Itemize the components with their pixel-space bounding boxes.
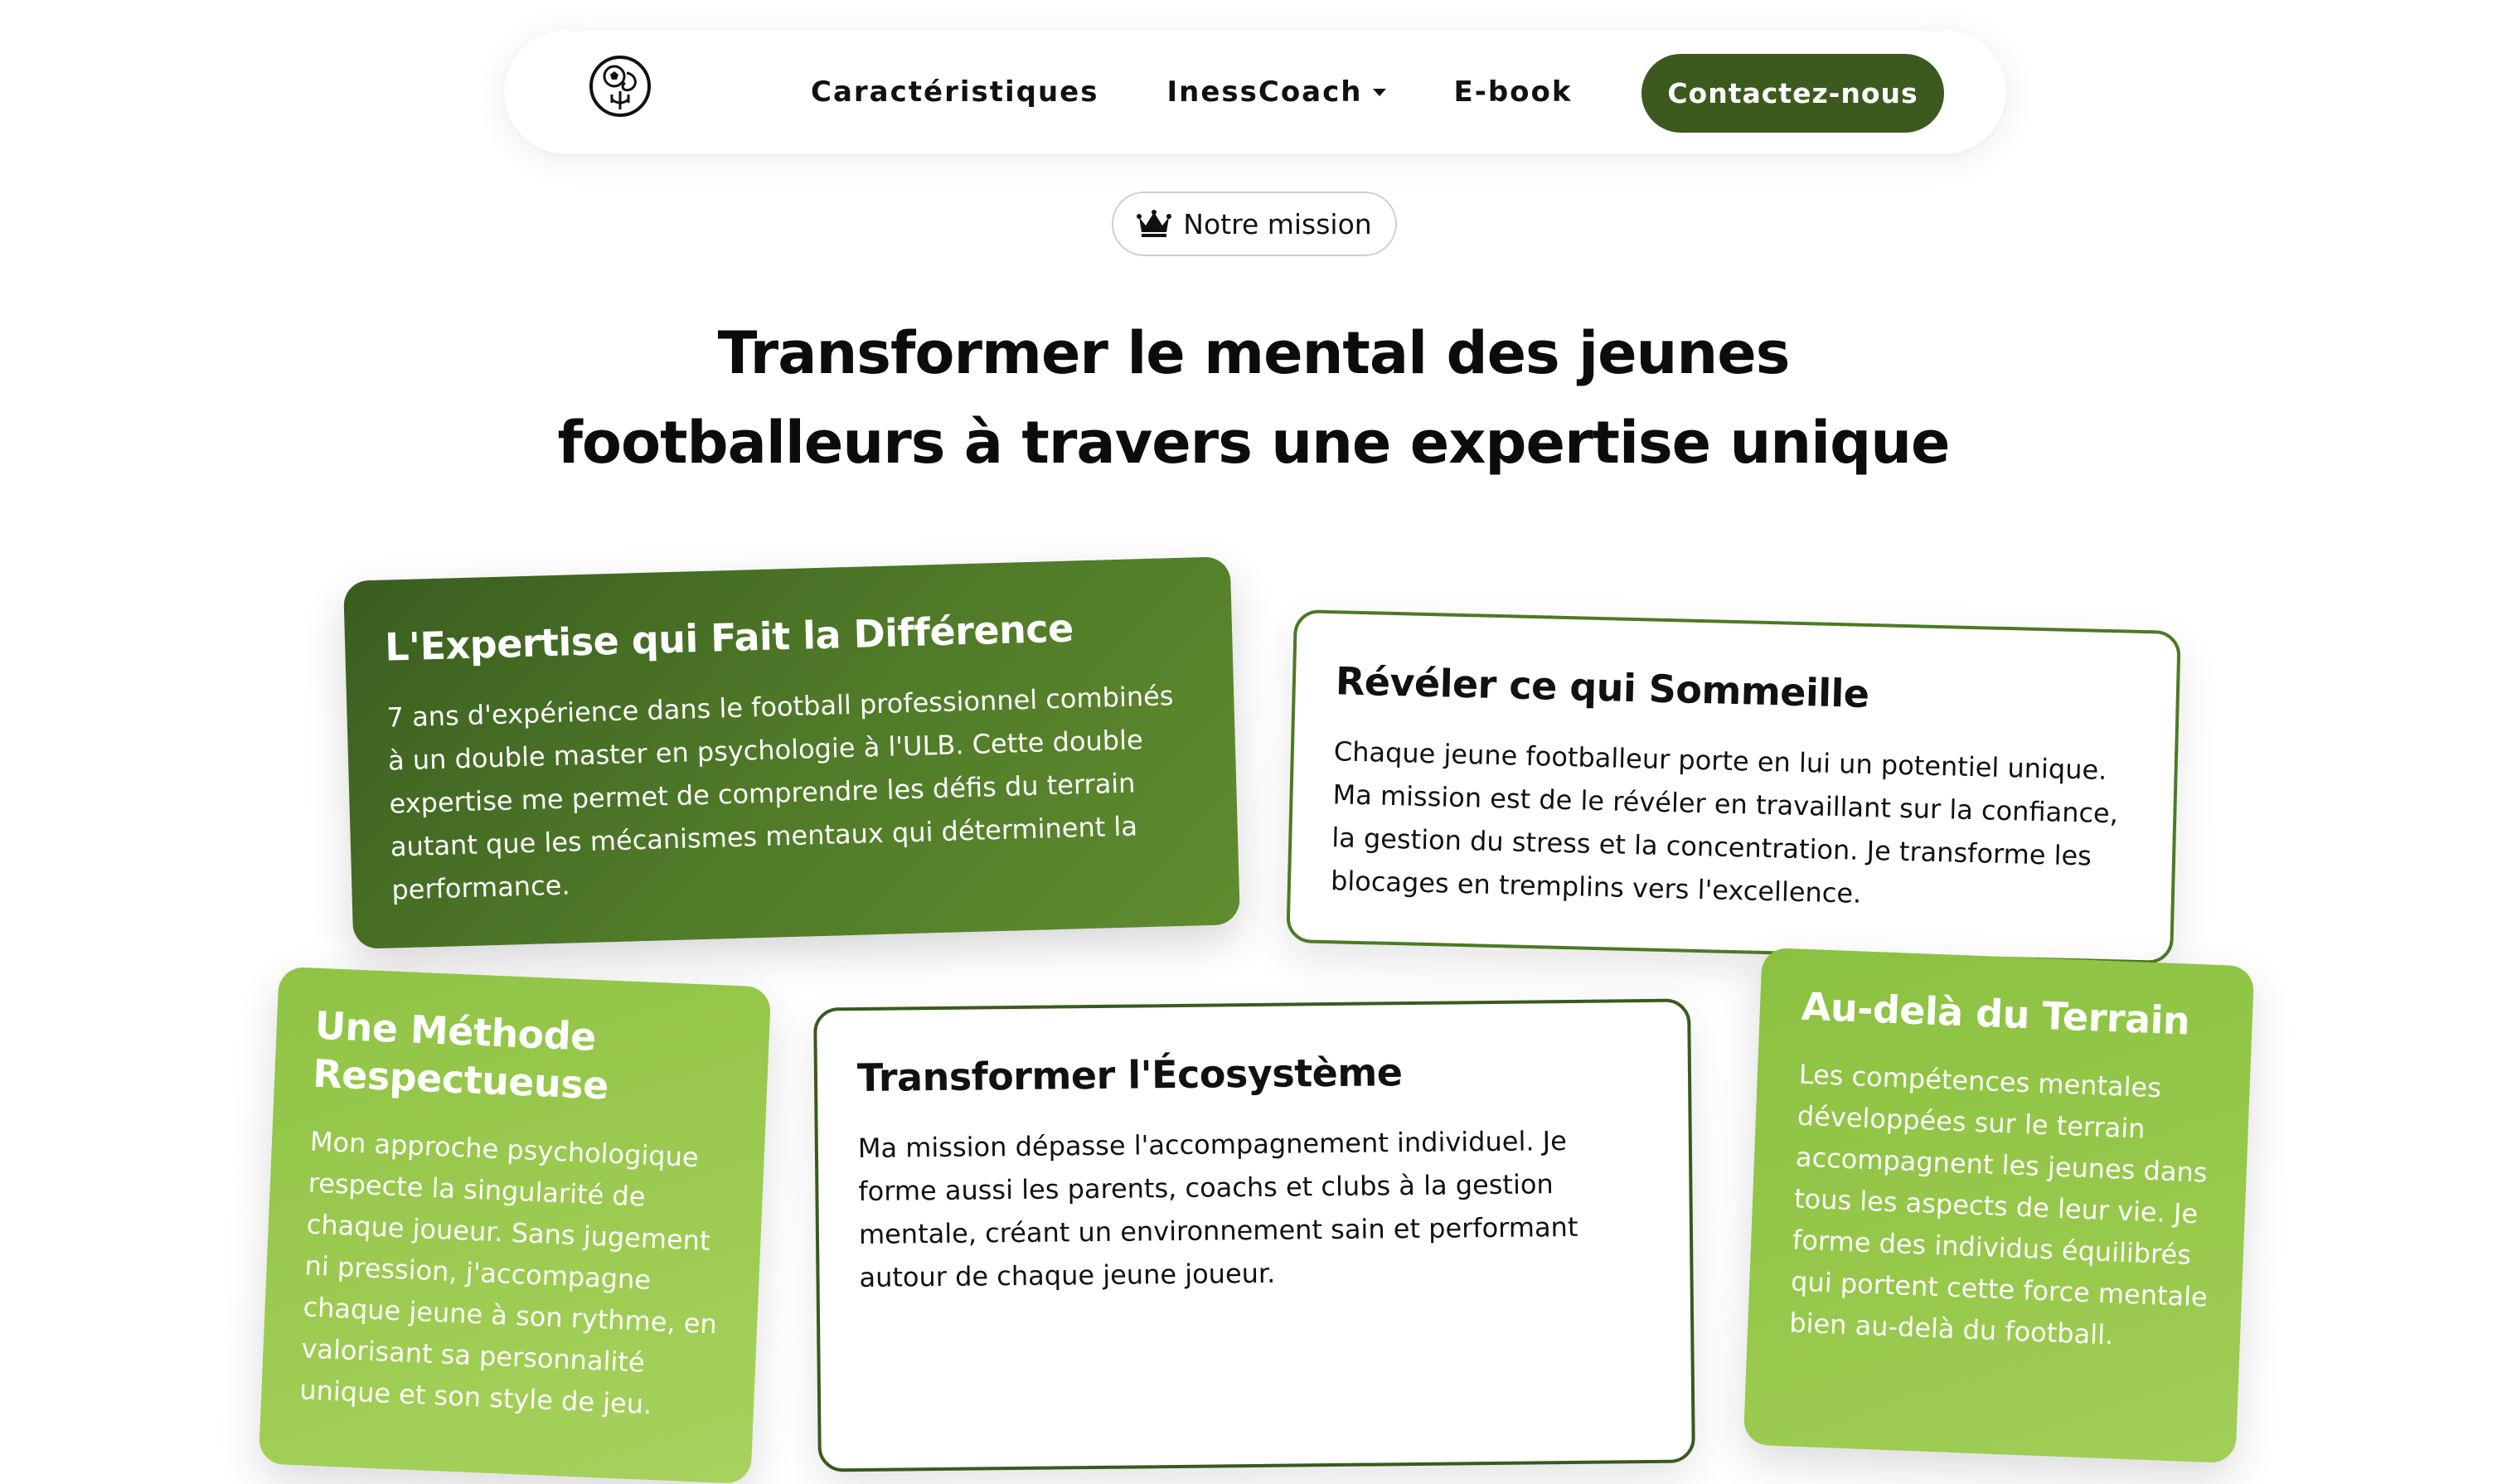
mission-badge-label: Notre mission: [1183, 207, 1372, 240]
mission-badge: Notre mission: [1112, 192, 1397, 256]
brain-football-logo-icon[interactable]: [587, 53, 653, 119]
card-expertise: L'Expertise qui Fait la Différence 7 ans…: [343, 556, 1240, 949]
card-text: Les compétences mentales développées sur…: [1788, 1058, 2209, 1351]
card-text: Ma mission dépasse l'accompagnement indi…: [857, 1125, 1578, 1293]
card-title: L'Expertise qui Fait la Différence: [384, 605, 1074, 670]
card-ecosysteme: Transformer l'Écosystème Ma mission dépa…: [813, 998, 1695, 1472]
nav-link-inesscoach[interactable]: InessCoach: [1166, 75, 1386, 109]
nav-link-caracteristiques[interactable]: Caractéristiques: [811, 75, 1098, 109]
nav-link-label: InessCoach: [1166, 75, 1363, 109]
contact-button[interactable]: Contactez-nous: [1641, 54, 1944, 133]
page-headline: Transformer le mental des jeunes footbal…: [507, 308, 2000, 487]
card-au-dela: Au-delà du Terrain Les compétences menta…: [1743, 947, 2255, 1464]
caret-down-icon: [1372, 88, 1386, 96]
headline-line-1: Transformer le mental des jeunes: [717, 319, 1791, 387]
nav-link-ebook[interactable]: E-book: [1454, 75, 1573, 109]
card-reveler: Révéler ce qui Sommeille Chaque jeune fo…: [1286, 609, 2181, 965]
card-text: Mon approche psychologique respecte la s…: [298, 1125, 718, 1421]
headline-line-2: footballeurs à travers une expertise uni…: [557, 409, 1950, 477]
crown-icon: [1137, 210, 1172, 237]
nav-links: Caractéristiques InessCoach E-book: [811, 30, 1573, 154]
top-navbar: Caractéristiques InessCoach E-book Conta…: [504, 30, 2006, 154]
card-title: Au-delà du Terrain: [1801, 983, 2191, 1044]
card-methode: Une Méthode Respectueuse Mon approche ps…: [258, 966, 772, 1484]
card-text: Chaque jeune footballeur porte en lui un…: [1330, 735, 2119, 909]
card-title: Transformer l'Écosystème: [856, 1050, 1403, 1101]
card-text: 7 ans d'expérience dans le football prof…: [386, 680, 1174, 906]
card-title: Une Méthode Respectueuse: [312, 1002, 609, 1108]
card-title: Révéler ce qui Sommeille: [1335, 658, 1870, 716]
